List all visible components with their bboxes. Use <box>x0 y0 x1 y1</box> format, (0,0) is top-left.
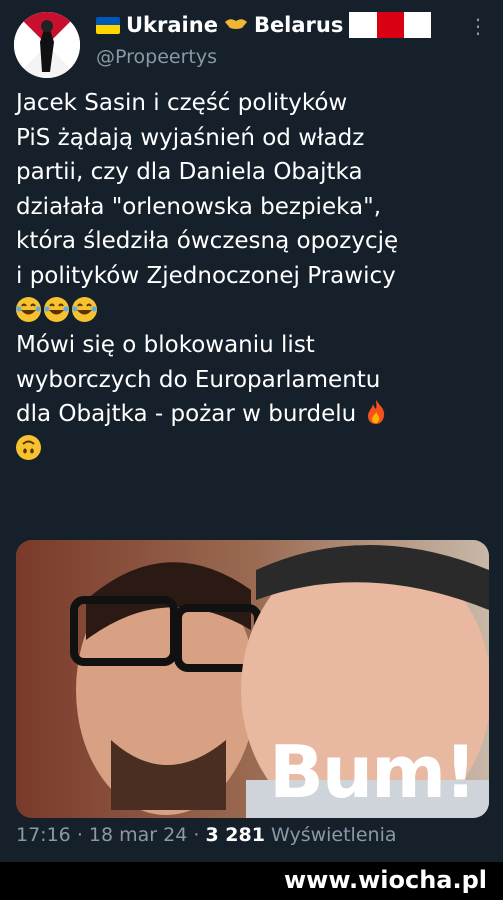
views-count: 3 281 <box>205 824 265 846</box>
upside-down-face-emoji-icon <box>16 434 41 460</box>
fire-emoji-icon <box>364 399 388 425</box>
tweet-meta: 17:16 · 18 mar 24 · 3 281 Wyświetlenia <box>16 824 397 846</box>
display-name-part-a: Ukraine <box>126 13 218 37</box>
ukraine-flag-icon <box>96 16 120 34</box>
views-label: Wyświetlenia <box>271 824 397 846</box>
tweet-media-image[interactable]: Bum! <box>16 540 489 818</box>
tweet-line-1: Jacek Sasin i część polityków <box>16 90 348 116</box>
laughing-tears-emoji-icon <box>16 296 41 322</box>
white-red-white-flag-icon <box>349 12 432 38</box>
tweet-date[interactable]: 18 mar 24 <box>89 824 187 846</box>
tweet-line-7: Mówi się o blokowaniu list <box>16 332 315 359</box>
tweet-line-3: partii, czy dla Daniela Obajtka <box>16 159 363 186</box>
media-overlay-text: Bum! <box>269 730 477 814</box>
tweet-line-9: dla Obajtka - pożar w burdelu <box>16 401 357 428</box>
handshake-icon <box>224 15 248 36</box>
tweet-line-6: i polityków Zjednoczonej Prawicy <box>16 262 396 289</box>
display-name[interactable]: Ukraine Belarus <box>96 12 432 38</box>
watermark-text: www.wiocha.pl <box>283 866 487 894</box>
watermark-bar: www.wiocha.pl <box>0 862 503 900</box>
display-name-part-b: Belarus <box>253 13 344 37</box>
tweet-line-5: która śledziła ówczesną opozycję <box>16 228 399 255</box>
tweet-line-4: działała "orlenowska bezpieka", <box>16 193 382 220</box>
tweet-header: Ukraine Belarus @Propeertys ⋮ <box>0 0 503 80</box>
separator-dot: · <box>76 824 83 846</box>
separator-dot: · <box>193 824 200 846</box>
user-handle[interactable]: @Propeertys <box>96 46 217 68</box>
avatar[interactable] <box>14 12 80 78</box>
laughing-tears-emoji-icon <box>72 296 97 322</box>
tweet-line-2: PiS żądają wyjaśnień od władz <box>16 124 365 151</box>
tweet-text: Jacek Sasin i część polityków PiS żądają… <box>16 86 496 467</box>
more-options-icon[interactable]: ⋮ <box>468 14 488 38</box>
tweet-time[interactable]: 17:16 <box>16 824 71 846</box>
laughing-tears-emoji-icon <box>44 296 69 322</box>
tweet-line-8: wyborczych do Europarlamentu <box>16 366 381 393</box>
